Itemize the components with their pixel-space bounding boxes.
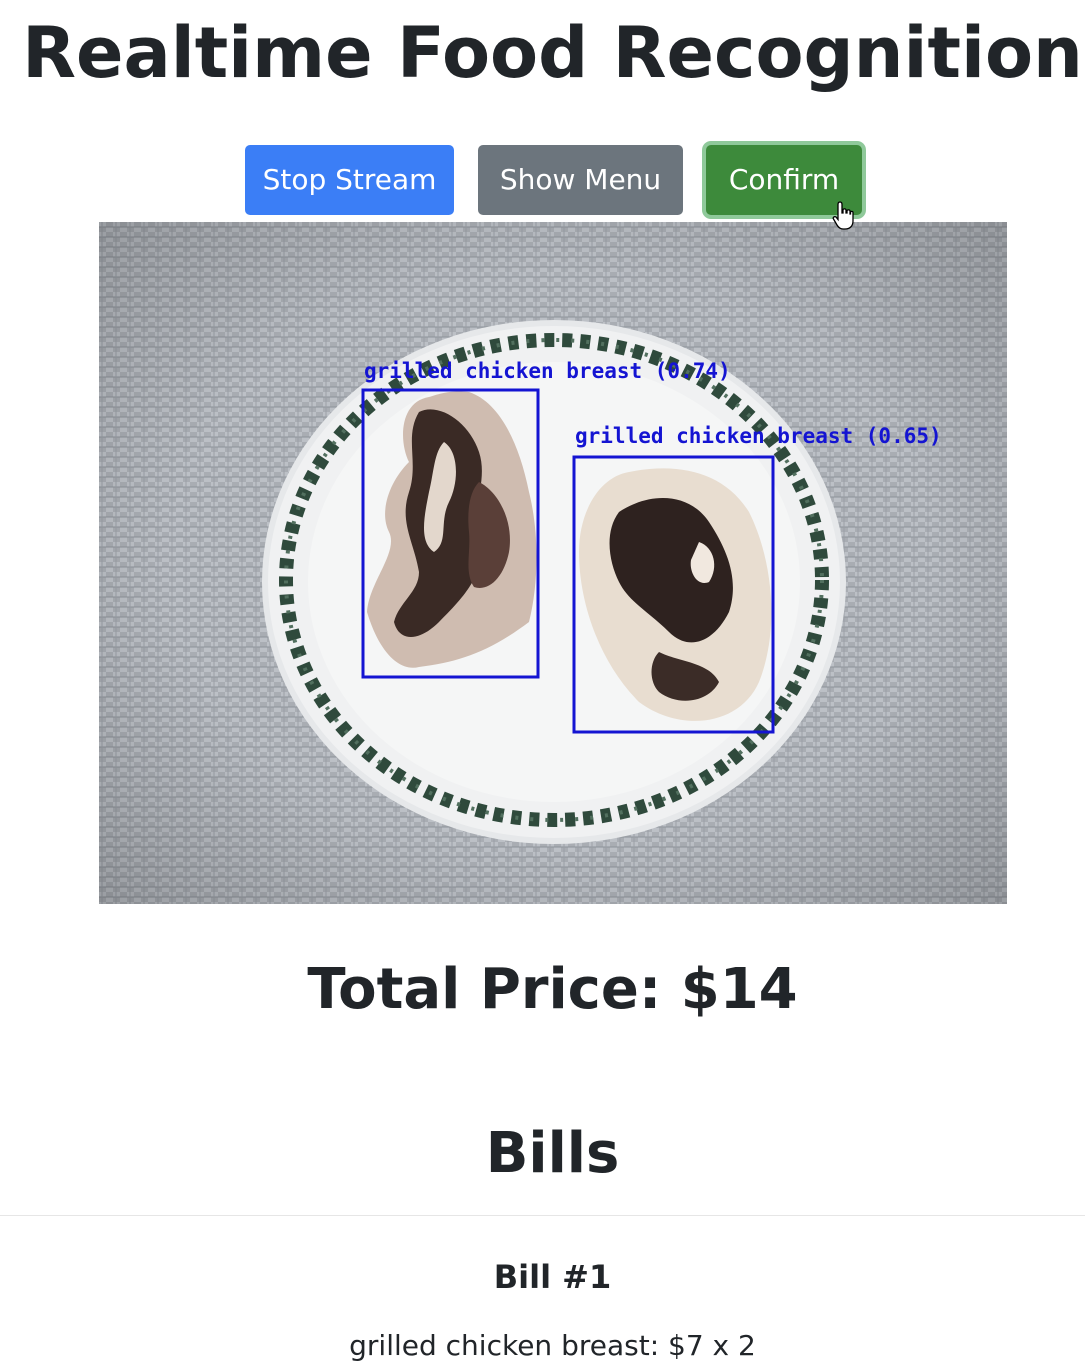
bill-line-item: grilled chicken breast: $7 x 2 <box>349 1329 756 1362</box>
detection-label-2: grilled chicken breast (0.65) <box>575 424 942 448</box>
total-price: Total Price: $14 <box>307 957 798 1022</box>
hand-pointer-icon <box>832 201 854 230</box>
stop-stream-button[interactable]: Stop Stream <box>245 145 454 215</box>
camera-stream-view: grilled chicken breast (0.74) grilled ch… <box>99 222 1007 904</box>
bill-title: Bill #1 <box>493 1258 612 1296</box>
page-title: Realtime Food Recognition <box>22 12 1083 94</box>
bills-heading: Bills <box>485 1121 620 1186</box>
bills-divider <box>0 1215 1085 1216</box>
detection-label-1: grilled chicken breast (0.74) <box>364 359 731 383</box>
show-menu-button[interactable]: Show Menu <box>478 145 683 215</box>
